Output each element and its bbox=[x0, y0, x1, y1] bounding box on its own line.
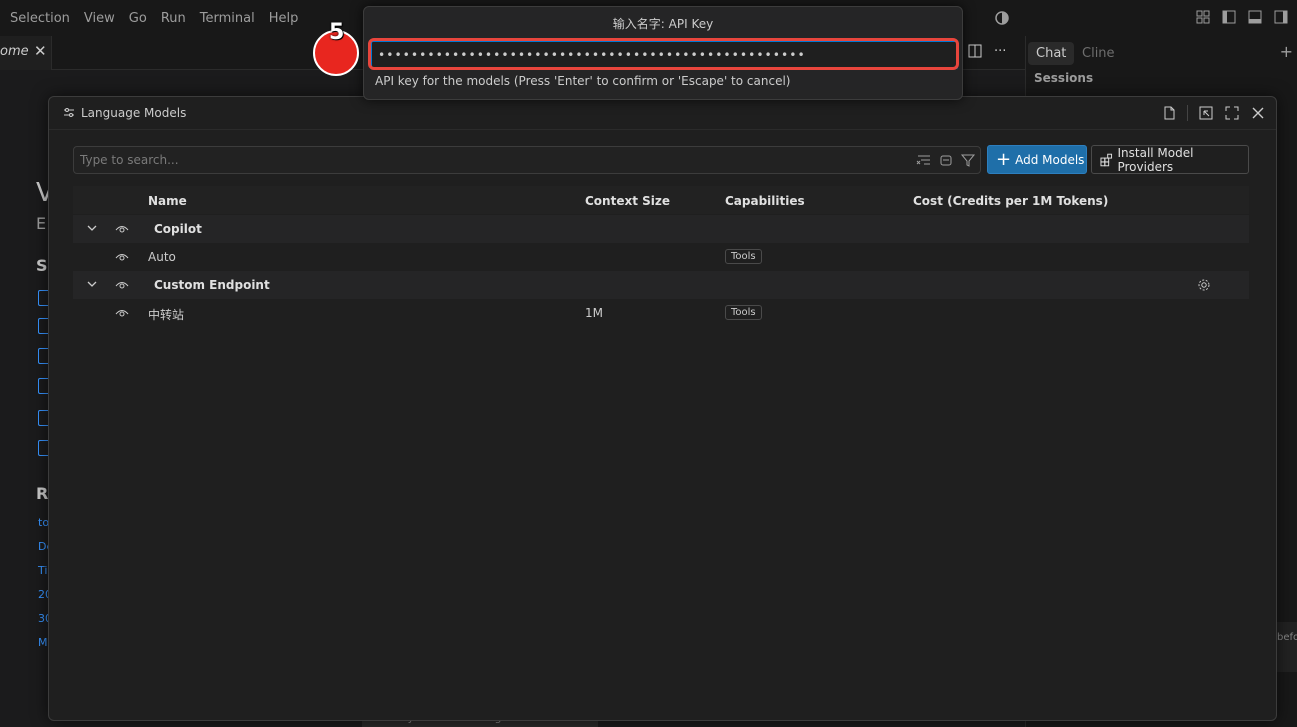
tab-home[interactable]: ome ✕ bbox=[0, 36, 52, 70]
dialog-header-actions bbox=[1161, 105, 1266, 121]
quick-input-title: 输入名字: API Key bbox=[612, 17, 714, 31]
api-key-input[interactable] bbox=[372, 42, 957, 68]
column-header-context-size[interactable]: Context Size bbox=[585, 186, 670, 214]
extensions-icon bbox=[1100, 153, 1113, 166]
install-model-providers-button[interactable]: Install Model Providers bbox=[1091, 145, 1249, 174]
group-row-custom-endpoint[interactable]: Custom Endpoint bbox=[73, 271, 1249, 299]
api-key-input-box bbox=[371, 41, 958, 69]
recent-link[interactable]: M bbox=[38, 636, 48, 649]
plus-icon: + bbox=[996, 148, 1012, 170]
dialog-title: Language Models bbox=[81, 106, 187, 120]
tab-home-label: ome bbox=[0, 44, 29, 59]
chevron-down-icon[interactable] bbox=[85, 277, 99, 291]
model-search-box bbox=[73, 146, 981, 174]
settings-sliders-icon bbox=[64, 108, 74, 117]
menu-item-selection[interactable]: Selection bbox=[10, 11, 70, 26]
filter-icon[interactable] bbox=[960, 152, 976, 168]
collapse-all-icon[interactable] bbox=[938, 152, 954, 168]
group-name: Custom Endpoint bbox=[154, 278, 270, 292]
model-name: 中转站 bbox=[148, 308, 185, 322]
step-badge: 5 bbox=[313, 20, 359, 76]
clone-repo-icon[interactable] bbox=[38, 378, 48, 394]
open-folder-icon[interactable] bbox=[38, 348, 48, 364]
tab-cline[interactable]: Cline bbox=[1074, 42, 1123, 65]
add-models-button[interactable]: + Add Models bbox=[987, 145, 1087, 174]
eye-icon[interactable] bbox=[115, 278, 129, 292]
column-header-cost[interactable]: Cost (Credits per 1M Tokens) bbox=[913, 186, 1108, 214]
group-name: Copilot bbox=[154, 222, 202, 236]
right-edge-fragment: befo bbox=[1277, 622, 1297, 672]
table-row[interactable]: 中转站 1M Tools bbox=[73, 299, 1249, 327]
menu-item-terminal[interactable]: Terminal bbox=[200, 11, 255, 26]
clear-filter-icon[interactable] bbox=[916, 152, 932, 168]
pop-out-icon[interactable] bbox=[1198, 105, 1214, 121]
chevron-down-icon[interactable] bbox=[85, 221, 99, 235]
search-input[interactable] bbox=[74, 147, 894, 173]
toggle-panel-icon[interactable] bbox=[1247, 9, 1263, 25]
menu-item-view[interactable]: View bbox=[84, 11, 115, 26]
recent-heading-fragment: R bbox=[36, 484, 49, 503]
quick-input-widget: 输入名字: API Key API key for the models (Pr… bbox=[363, 6, 963, 100]
search-tools bbox=[916, 152, 976, 168]
tab-chat[interactable]: Chat bbox=[1028, 42, 1075, 65]
new-file-icon[interactable] bbox=[38, 290, 48, 306]
open-json-icon[interactable] bbox=[1161, 105, 1177, 121]
menu-item-run[interactable]: Run bbox=[161, 11, 186, 26]
close-icon[interactable]: ✕ bbox=[34, 42, 47, 60]
quick-input-help: API key for the models (Press 'Enter' to… bbox=[375, 74, 791, 88]
capability-badge: Tools bbox=[725, 249, 762, 264]
add-models-label: Add Models bbox=[1015, 152, 1085, 167]
language-models-dialog: Language Models + Add Models Install Mod… bbox=[48, 96, 1277, 721]
start-heading-fragment: S bbox=[36, 256, 48, 275]
model-context-size: 1M bbox=[585, 306, 603, 320]
more-actions-icon[interactable]: ··· bbox=[994, 44, 1006, 62]
install-providers-label: Install Model Providers bbox=[1117, 145, 1194, 174]
connect-remote-icon[interactable] bbox=[38, 410, 48, 426]
eye-icon[interactable] bbox=[115, 306, 129, 320]
column-header-name[interactable]: Name bbox=[148, 186, 187, 214]
editor-actions: ··· bbox=[968, 44, 1006, 62]
sessions-heading: Sessions bbox=[1034, 71, 1094, 85]
capability-badge: Tools bbox=[725, 305, 762, 320]
eye-icon[interactable] bbox=[115, 222, 129, 236]
recent-link[interactable]: Ti bbox=[38, 564, 47, 577]
chat-icon[interactable] bbox=[38, 440, 48, 456]
new-chat-plus-icon[interactable]: + bbox=[1280, 42, 1293, 61]
welcome-subtitle-fragment: E bbox=[36, 214, 47, 233]
maximize-icon[interactable] bbox=[1224, 105, 1240, 121]
menu-item-go[interactable]: Go bbox=[129, 11, 147, 26]
copilot-icon[interactable] bbox=[994, 10, 1010, 26]
group-row-copilot[interactable]: Copilot bbox=[73, 215, 1249, 243]
header-separator bbox=[1187, 105, 1188, 121]
step-number: 5 bbox=[329, 20, 345, 45]
eye-icon[interactable] bbox=[115, 250, 129, 264]
model-name: Auto bbox=[148, 250, 176, 264]
customize-layout-icon[interactable] bbox=[1195, 9, 1211, 25]
table-row[interactable]: Auto Tools bbox=[73, 243, 1249, 271]
column-header-capabilities[interactable]: Capabilities bbox=[725, 186, 805, 214]
menu-item-help[interactable]: Help bbox=[269, 11, 299, 26]
split-editor-icon[interactable] bbox=[968, 44, 982, 62]
gear-icon[interactable] bbox=[1196, 277, 1212, 293]
close-icon[interactable] bbox=[1250, 105, 1266, 121]
toggle-secondary-sidebar-icon[interactable] bbox=[1273, 9, 1289, 25]
dialog-header: Language Models bbox=[49, 97, 1276, 130]
toggle-primary-sidebar-icon[interactable] bbox=[1221, 9, 1237, 25]
open-file-icon[interactable] bbox=[38, 318, 48, 334]
